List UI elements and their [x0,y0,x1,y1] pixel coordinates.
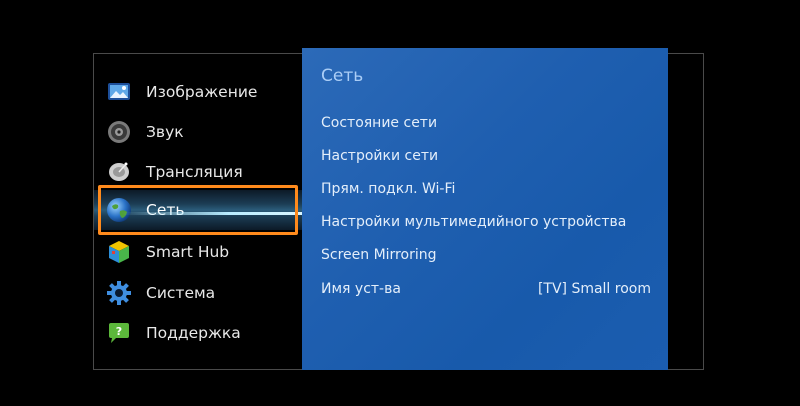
menu-item-label: Изображение [146,83,258,101]
option-network-status[interactable]: Состояние сети [321,113,651,133]
option-screen-mirroring[interactable]: Screen Mirroring [321,245,651,265]
gear-icon [107,281,131,305]
option-device-name[interactable]: Имя уст-ва [TV] Small room [321,279,651,299]
option-multimedia-device-settings[interactable]: Настройки мультимедийного устройства [321,212,651,232]
support-chat-icon: ? [109,323,129,343]
menu-item-label: Сеть [146,201,185,219]
option-wifi-direct[interactable]: Прям. подкл. Wi-Fi [321,179,651,199]
settings-frame: Изображение Звук Трансляция Сеть Smart H… [93,48,704,370]
menu-item-label: Звук [146,123,184,141]
panel-title: Сеть [321,66,364,86]
svg-text:?: ? [116,325,122,338]
option-network-settings[interactable]: Настройки сети [321,146,651,166]
smart-hub-cube-icon [109,241,129,263]
satellite-dish-icon [109,162,129,181]
menu-item-label: Трансляция [146,163,243,181]
option-label: Состояние сети [321,115,438,131]
option-value: [TV] Small room [537,281,651,297]
menu-item-label: Система [146,284,216,302]
option-label: Прям. подкл. Wi-Fi [321,181,456,197]
picture-icon [108,83,130,100]
option-label: Настройки сети [321,148,439,164]
option-label: Screen Mirroring [321,247,437,263]
option-label: Настройки мультимедийного устройства [321,214,627,230]
option-label: Имя уст-ва [321,281,401,297]
network-submenu-panel: Сеть Состояние сети Настройки сети Прям.… [302,48,668,370]
globe-icon [107,198,131,222]
menu-item-label: Smart Hub [146,243,230,261]
speaker-icon [108,121,130,143]
menu-item-label: Поддержка [146,324,241,342]
